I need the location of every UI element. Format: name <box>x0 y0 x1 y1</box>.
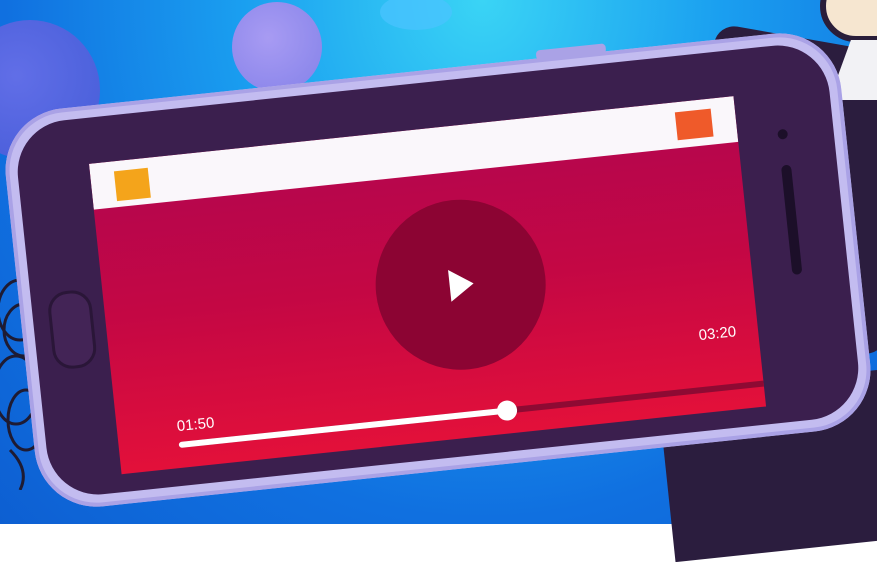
phone-speaker <box>780 164 803 275</box>
progress-fill <box>178 407 508 449</box>
progress-thumb[interactable] <box>496 399 519 422</box>
total-time-label: 03:20 <box>697 323 737 345</box>
player-top-bar <box>88 96 739 210</box>
play-button[interactable] <box>367 191 555 379</box>
video-player-screen: 03:20 01:50 <box>88 96 767 475</box>
current-time-label: 01:50 <box>176 414 216 436</box>
phone-home-button <box>46 288 99 371</box>
background-bubble <box>232 2 322 92</box>
phone-camera <box>777 128 789 140</box>
top-bar-yellow-square <box>113 167 151 202</box>
play-icon <box>448 269 474 302</box>
top-bar-orange-square <box>674 108 714 141</box>
